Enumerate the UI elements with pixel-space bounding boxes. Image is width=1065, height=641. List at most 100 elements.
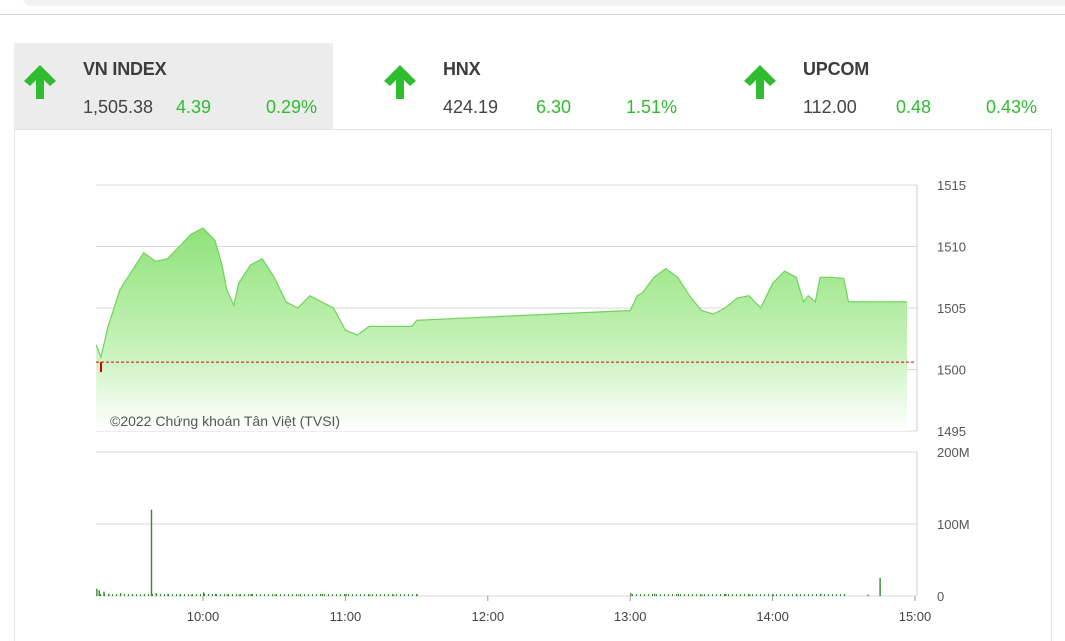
- volume-bar: [376, 594, 377, 596]
- volume-bar: [768, 594, 769, 596]
- volume-bar: [879, 578, 881, 596]
- volume-bar: [816, 594, 817, 596]
- volume-bar: [204, 594, 205, 596]
- volume-bar: [196, 594, 197, 596]
- volume-bar: [128, 594, 129, 596]
- price-ytick: 1495: [937, 424, 966, 439]
- volume-bar: [316, 594, 317, 596]
- volume-bar: [324, 594, 325, 596]
- volume-bar: [208, 594, 209, 596]
- volume-bar: [156, 594, 157, 596]
- volume-bar: [716, 594, 717, 596]
- volume-ytick: 100M: [937, 517, 970, 532]
- volume-bar: [392, 594, 393, 596]
- price-ytick: 1505: [937, 301, 966, 316]
- volume-bar: [692, 594, 693, 596]
- volume-bar: [152, 594, 153, 596]
- volume-bar: [321, 593, 324, 596]
- volume-bar: [236, 594, 237, 596]
- price-ytick: 1510: [937, 240, 966, 255]
- volume-bar: [800, 594, 801, 596]
- volume-bar: [244, 594, 245, 596]
- volume-bar: [112, 594, 113, 596]
- volume-bar: [352, 594, 353, 596]
- x-tick-label: 13:00: [614, 609, 647, 624]
- volume-bar: [636, 594, 637, 596]
- volume-bar: [216, 594, 217, 596]
- volume-bar: [345, 593, 347, 596]
- volume-bar: [312, 594, 313, 596]
- volume-bar: [764, 594, 765, 596]
- volume-ytick: 200M: [937, 445, 970, 460]
- volume-bar: [700, 594, 701, 596]
- volume-bar: [280, 594, 281, 596]
- volume-bar: [304, 594, 305, 596]
- price-area: [96, 228, 907, 431]
- volume-bar: [396, 594, 397, 596]
- volume-bar: [632, 594, 633, 596]
- volume-bar: [292, 594, 293, 596]
- volume-bar: [820, 594, 821, 596]
- volume-bar: [252, 594, 253, 596]
- volume-bar: [232, 594, 233, 596]
- volume-bar: [238, 594, 240, 596]
- volume-bar: [250, 593, 252, 596]
- volume-bar: [168, 594, 169, 596]
- volume-bar: [630, 593, 632, 596]
- x-tick-label: 10:00: [187, 609, 220, 624]
- volume-bar: [240, 594, 241, 596]
- volume-bar: [660, 594, 661, 596]
- volume-bar: [840, 594, 841, 596]
- volume-bar: [144, 594, 145, 596]
- volume-bar: [744, 594, 745, 596]
- volume-bar: [224, 594, 225, 596]
- volume-bar: [780, 594, 781, 596]
- volume-bar: [308, 594, 309, 596]
- volume-bar: [680, 594, 681, 596]
- volume-bar: [274, 594, 276, 596]
- volume-bar: [288, 594, 289, 596]
- volume-bar: [720, 594, 721, 596]
- volume-bar: [360, 594, 361, 596]
- volume-bar: [140, 594, 141, 596]
- volume-bar: [677, 593, 680, 596]
- volume-bar: [276, 594, 277, 596]
- volume-bar: [344, 594, 345, 596]
- volume-bar: [684, 594, 685, 596]
- volume-bar: [192, 594, 193, 596]
- volume-bar: [736, 594, 737, 596]
- x-tick-label: 12:00: [472, 609, 505, 624]
- volume-bar: [320, 594, 321, 596]
- volume-bar: [644, 594, 645, 596]
- volume-bar: [188, 594, 189, 596]
- volume-bar: [792, 594, 793, 596]
- volume-bar: [340, 594, 341, 596]
- volume-bar: [653, 593, 656, 596]
- volume-bar: [132, 594, 133, 596]
- volume-bar: [676, 594, 677, 596]
- volume-bar: [740, 594, 741, 596]
- volume-bar: [100, 594, 101, 596]
- volume-bar: [160, 594, 161, 596]
- volume-bar: [408, 594, 409, 596]
- volume-bar: [812, 594, 813, 596]
- volume-bar: [696, 594, 697, 596]
- volume-bar: [688, 594, 689, 596]
- volume-bar: [180, 594, 181, 596]
- intraday-chart: 1515 1510 1505 1500 1495 ©2022 Chứng khoán T…: [95, 178, 970, 624]
- volume-bar: [756, 594, 757, 596]
- volume-bar: [748, 594, 751, 596]
- volume-bar: [96, 588, 98, 596]
- volume-bar: [664, 594, 665, 596]
- volume-bar: [124, 594, 125, 596]
- volume-bar: [364, 594, 365, 596]
- volume-bar: [656, 594, 657, 596]
- volume-bar: [332, 594, 333, 596]
- volume-bar: [648, 594, 649, 596]
- volume-bar: [150, 509, 153, 596]
- volume-bar: [220, 594, 221, 596]
- volume-bar: [712, 594, 713, 596]
- volume-bar: [384, 594, 385, 596]
- volume-bar: [784, 594, 785, 596]
- volume-bar: [368, 594, 369, 596]
